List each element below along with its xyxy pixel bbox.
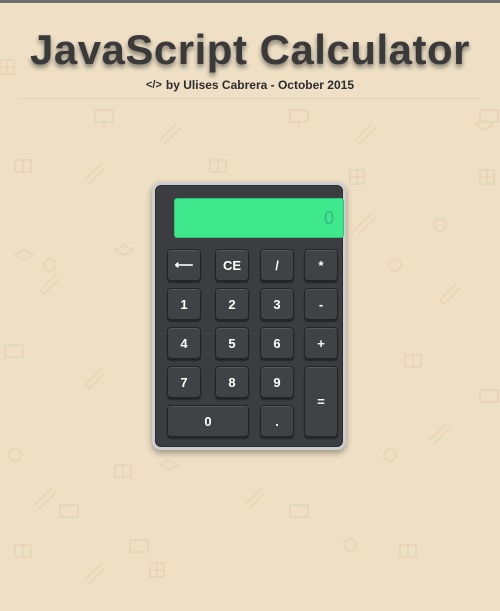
digit-1-button[interactable]: 1 xyxy=(167,288,201,320)
code-icon: </> xyxy=(146,79,162,91)
page-title: JavaScript Calculator xyxy=(29,26,470,73)
calculator-display: 0 xyxy=(174,198,344,238)
equals-button[interactable]: = xyxy=(304,366,338,437)
clear-entry-button[interactable]: CE xyxy=(215,249,249,281)
minus-button[interactable]: - xyxy=(304,288,338,320)
multiply-button[interactable]: * xyxy=(304,249,338,281)
digit-7-button[interactable]: 7 xyxy=(167,366,201,398)
top-bar xyxy=(0,0,500,3)
digit-3-button[interactable]: 3 xyxy=(260,288,294,320)
digit-0-button[interactable]: 0 xyxy=(167,405,249,437)
digit-6-button[interactable]: 6 xyxy=(260,327,294,359)
digit-2-button[interactable]: 2 xyxy=(215,288,249,320)
divide-button[interactable]: / xyxy=(260,249,294,281)
backspace-button[interactable]: ⟵ xyxy=(167,249,201,281)
digit-5-button[interactable]: 5 xyxy=(215,327,249,359)
page-header: JavaScript Calculator </> by Ulises Cabr… xyxy=(0,26,500,93)
digit-8-button[interactable]: 8 xyxy=(215,366,249,398)
header-divider xyxy=(18,98,482,99)
digit-9-button[interactable]: 9 xyxy=(260,366,294,398)
plus-button[interactable]: + xyxy=(304,327,338,359)
calculator: 0 ⟵ CE / * 1 2 3 - 4 5 6 + 7 8 9 = 0 . xyxy=(152,182,346,450)
decimal-button[interactable]: . xyxy=(260,405,294,437)
byline: </> by Ulises Cabrera - October 2015 xyxy=(0,78,500,92)
byline-text: by Ulises Cabrera - October 2015 xyxy=(165,78,354,92)
digit-4-button[interactable]: 4 xyxy=(167,327,201,359)
